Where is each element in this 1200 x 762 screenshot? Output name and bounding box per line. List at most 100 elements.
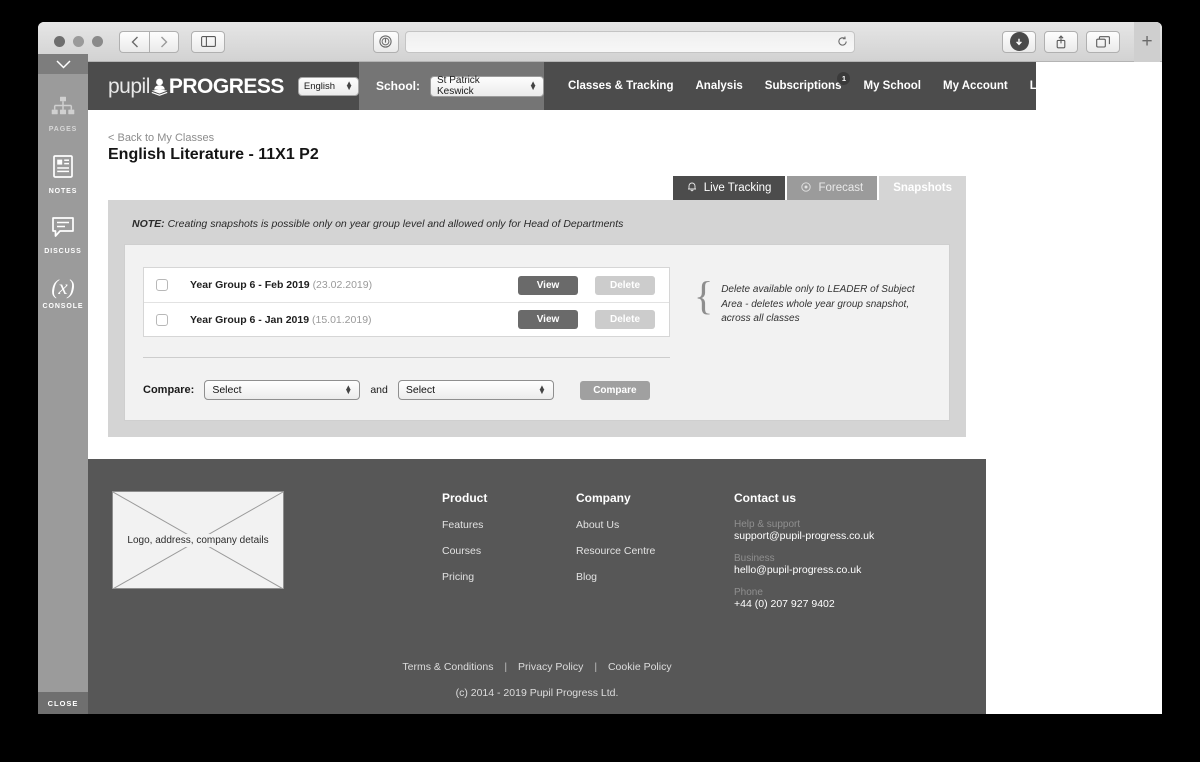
window-controls[interactable] bbox=[54, 36, 103, 47]
view-button[interactable]: View bbox=[518, 310, 578, 329]
browser-toolbar: + bbox=[38, 22, 1162, 62]
pupil-book-icon bbox=[151, 77, 168, 96]
school-select[interactable]: St Patrick Keswick ▲ ▼ bbox=[430, 75, 544, 97]
sidebar-item-discuss[interactable]: DISCUSS bbox=[38, 217, 88, 255]
compare-select-second[interactable]: Select ▲ ▼ bbox=[397, 380, 554, 400]
footer-link-cookie[interactable]: Cookie Policy bbox=[608, 661, 672, 673]
snapshot-checkbox[interactable] bbox=[156, 279, 168, 291]
reload-icon[interactable] bbox=[837, 36, 848, 47]
footer-logo-text: Logo, address, company details bbox=[124, 533, 272, 547]
contact-business: Business hello@pupil-progress.co.uk bbox=[734, 553, 944, 576]
maximize-window-button[interactable] bbox=[92, 36, 103, 47]
back-button[interactable] bbox=[119, 30, 149, 53]
note-bar: NOTE: Creating snapshots is possible onl… bbox=[124, 214, 950, 244]
footer-legal-links: Terms & Conditions | Privacy Policy | Co… bbox=[88, 661, 986, 673]
url-input[interactable] bbox=[404, 30, 855, 53]
chevron-updown-icon: ▲ ▼ bbox=[344, 382, 353, 396]
contact-help-support: Help & support support@pupil-progress.co… bbox=[734, 519, 944, 542]
back-to-my-classes-link[interactable]: < Back to My Classes bbox=[108, 132, 214, 144]
shield-icon[interactable] bbox=[372, 30, 399, 53]
nav-label: Analysis bbox=[695, 80, 743, 92]
sidebar-close-button[interactable]: CLOSE bbox=[38, 692, 88, 714]
toolbar-actions: + bbox=[1002, 22, 1160, 62]
site-header: pupil PROGRESS English ▲ ▼ School: St Pa… bbox=[88, 62, 1087, 110]
contact-value[interactable]: hello@pupil-progress.co.uk bbox=[734, 564, 944, 576]
snapshot-checkbox[interactable] bbox=[156, 313, 168, 326]
footer-column-company: Company About Us Resource Centre Blog bbox=[576, 491, 734, 621]
share-button[interactable] bbox=[1044, 30, 1078, 53]
footer-bottom: Terms & Conditions | Privacy Policy | Co… bbox=[88, 621, 986, 714]
close-window-button[interactable] bbox=[54, 36, 65, 47]
download-icon bbox=[1009, 32, 1029, 51]
delete-button[interactable]: Delete bbox=[595, 275, 655, 295]
footer-link-terms[interactable]: Terms & Conditions bbox=[402, 661, 493, 673]
footer-heading-product: Product bbox=[442, 491, 488, 505]
forward-button[interactable] bbox=[149, 30, 179, 53]
view-button[interactable]: View bbox=[518, 275, 578, 295]
footer-link-courses[interactable]: Courses bbox=[442, 545, 576, 557]
compare-select-second-value: Select bbox=[405, 384, 436, 396]
page-body: < Back to My Classes English Literature … bbox=[88, 110, 986, 437]
section-divider bbox=[143, 357, 670, 358]
compare-select-first[interactable]: Select ▲ ▼ bbox=[204, 380, 361, 400]
page-viewport: pupil PROGRESS English ▲ ▼ School: St Pa… bbox=[88, 62, 1162, 714]
table-row[interactable]: Year Group 6 - Jan 2019 (15.01.2019) Vie… bbox=[144, 302, 669, 336]
footer-link-features[interactable]: Features bbox=[442, 519, 576, 531]
contact-label: Phone bbox=[734, 587, 763, 598]
sidebar-collapse-button[interactable] bbox=[38, 54, 88, 74]
table-row[interactable]: Year Group 6 - Feb 2019 (23.02.2019) Vie… bbox=[144, 268, 669, 302]
brand-zone: pupil PROGRESS English ▲ ▼ bbox=[88, 62, 359, 110]
contact-value: +44 (0) 207 927 9402 bbox=[734, 598, 835, 610]
contact-phone: Phone +44 (0) 207 927 9402 bbox=[734, 587, 944, 610]
compare-button[interactable]: Compare bbox=[579, 380, 650, 400]
nav-label: Subscriptions bbox=[764, 80, 842, 92]
tab-live-tracking[interactable]: Live Tracking bbox=[672, 176, 786, 200]
school-label: School: bbox=[376, 79, 420, 93]
main-navigation: Classes & Tracking Analysis Subscription… bbox=[544, 62, 1087, 110]
footer-logo-placeholder: Logo, address, company details bbox=[112, 491, 284, 589]
sidebar-item-label: CONSOLE bbox=[42, 303, 84, 310]
footer-link-pricing[interactable]: Pricing bbox=[442, 571, 576, 583]
footer-link-blog[interactable]: Blog bbox=[576, 571, 734, 583]
sidebar-toggle-button[interactable] bbox=[191, 30, 225, 53]
sidebar-item-notes[interactable]: NOTES bbox=[38, 155, 88, 195]
footer-link-resource-centre[interactable]: Resource Centre bbox=[576, 545, 734, 557]
tabs-button[interactable] bbox=[1086, 30, 1120, 53]
site-logo[interactable]: pupil PROGRESS bbox=[108, 76, 284, 97]
compare-select-first-value: Select bbox=[212, 384, 242, 396]
nav-label: My School bbox=[863, 80, 921, 92]
nav-item-analysis[interactable]: Analysis bbox=[695, 80, 742, 92]
bell-icon bbox=[687, 181, 697, 195]
footer-link-privacy[interactable]: Privacy Policy bbox=[518, 661, 583, 673]
delete-button[interactable]: Delete bbox=[595, 310, 655, 329]
new-tab-button[interactable]: + bbox=[1134, 22, 1160, 62]
document-icon bbox=[53, 155, 73, 183]
tab-bar: Live Tracking Forecast Snapshots bbox=[108, 176, 966, 200]
sidebar-item-label: PAGES bbox=[48, 126, 78, 133]
snapshots-panel: NOTE: Creating snapshots is possible onl… bbox=[108, 200, 966, 437]
tab-snapshots[interactable]: Snapshots bbox=[879, 176, 966, 200]
chevron-down-icon bbox=[55, 59, 71, 69]
nav-item-my-account[interactable]: My Account bbox=[943, 80, 1008, 92]
contact-value[interactable]: support@pupil-progress.co.uk bbox=[734, 530, 944, 542]
school-selector-zone: School: St Patrick Keswick ▲ ▼ bbox=[359, 62, 544, 110]
snapshot-name: Year Group 6 - Feb 2019 (23.02.2019) bbox=[180, 279, 506, 291]
nav-item-my-school[interactable]: My School bbox=[863, 80, 921, 92]
nav-item-subscriptions[interactable]: Subscriptions 1 bbox=[764, 72, 851, 92]
contact-label: Help & support bbox=[734, 519, 801, 530]
minimize-window-button[interactable] bbox=[73, 36, 84, 47]
footer-link-about-us[interactable]: About Us bbox=[576, 519, 734, 531]
tab-forecast[interactable]: Forecast bbox=[787, 176, 878, 200]
nav-item-classes-tracking[interactable]: Classes & Tracking bbox=[568, 80, 673, 92]
page-title: English Literature - 11X1 P2 bbox=[108, 146, 319, 163]
tab-label: Snapshots bbox=[893, 182, 952, 194]
school-value: St Patrick Keswick bbox=[437, 75, 480, 97]
dev-sidebar: PAGES NOTES DISCUSS (x) CONSOLE CLOSE bbox=[38, 54, 88, 714]
language-select[interactable]: English ▲ ▼ bbox=[297, 76, 359, 96]
annotation-section: { Delete available only to LEADER of Sub… bbox=[694, 267, 931, 400]
nav-item-logout[interactable]: Logout bbox=[1030, 80, 1069, 92]
sidebar-item-pages[interactable]: PAGES bbox=[38, 96, 88, 133]
footer-heading-company: Company bbox=[576, 491, 631, 505]
sidebar-item-console[interactable]: (x) CONSOLE bbox=[38, 277, 88, 311]
download-button[interactable] bbox=[1002, 30, 1036, 53]
